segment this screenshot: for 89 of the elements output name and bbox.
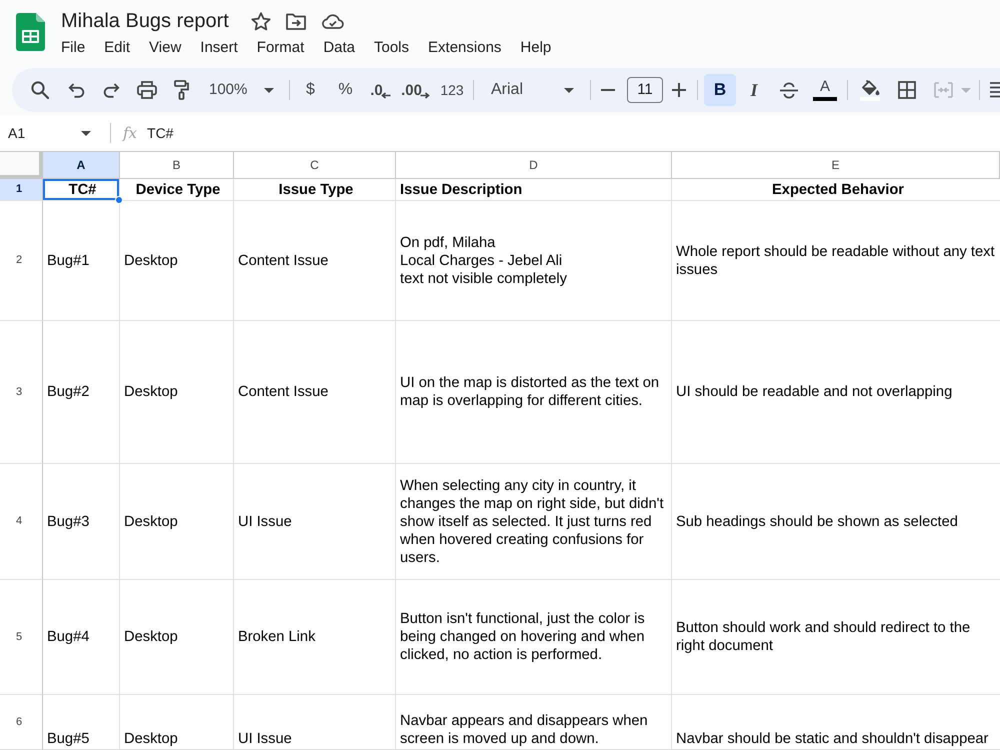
formula-field[interactable]: TC# xyxy=(147,119,1000,147)
increase-decimal-button[interactable]: .00 xyxy=(401,74,430,106)
italic-button[interactable]: I xyxy=(738,74,770,106)
sheets-logo-icon[interactable] xyxy=(16,13,45,51)
row-header[interactable]: 5 xyxy=(0,580,43,695)
cell-text: Broken Link xyxy=(238,628,316,646)
decrease-decimal-button[interactable]: .0 xyxy=(370,74,391,106)
column-header[interactable]: A xyxy=(43,152,120,179)
cell-text: Desktop xyxy=(124,730,178,748)
cell-text: Desktop xyxy=(124,252,178,270)
strikethrough-icon xyxy=(780,82,798,98)
cell-reference-field[interactable]: A1 xyxy=(0,119,100,147)
cell-text: UI on the map is distorted as the text on map is overlapping for different cities. xyxy=(400,374,660,410)
cell-text: Content Issue xyxy=(238,252,328,270)
plus-icon[interactable] xyxy=(672,83,686,97)
arrow-left-icon xyxy=(380,92,391,99)
cell-text: When selecting any city in country, it changes the map on right side, but didn't show itself as selected. It just turns red when hovered creating confusions for users. xyxy=(400,476,665,566)
bold-button[interactable]: B xyxy=(704,74,736,106)
cell-text: Whole report should be readable without any text issues xyxy=(676,242,996,278)
paint-bucket-icon[interactable] xyxy=(859,79,881,101)
column-header[interactable]: E xyxy=(672,152,1000,179)
cloud-check-icon[interactable] xyxy=(322,13,344,29)
undo-icon[interactable] xyxy=(68,82,85,98)
menu-item[interactable]: File xyxy=(57,38,90,58)
star-icon[interactable] xyxy=(250,12,271,30)
borders-icon[interactable] xyxy=(898,81,916,99)
column-title: Issue Type xyxy=(278,180,354,198)
column-title: Device Type xyxy=(136,180,220,198)
cell-text: On pdf, Milaha Local Charges - Jebel Ali text not visible completely xyxy=(400,234,567,288)
cell-text: Navbar should be static and shouldn't disappear xyxy=(676,730,988,748)
redo-icon[interactable] xyxy=(103,82,120,98)
cell-text: Bug#5 xyxy=(47,730,90,748)
cell-text: Bug#2 xyxy=(47,383,90,401)
folder-icon[interactable] xyxy=(286,12,306,30)
row-header[interactable]: 2 xyxy=(0,201,43,321)
cell-text: Button isn't functional, just the color is being changed on hovering and when clicked, no action is performed. xyxy=(400,610,646,664)
column-title: Issue Description xyxy=(400,180,522,198)
cell-text: Desktop xyxy=(124,512,178,530)
row-header[interactable]: 6 xyxy=(0,695,43,750)
fill-handle-icon[interactable] xyxy=(115,196,123,204)
caret-icon xyxy=(961,88,971,92)
row-header[interactable]: 1 xyxy=(0,179,43,201)
align-icon[interactable] xyxy=(990,82,1000,98)
cell-text: Button should work and should redirect to the right document xyxy=(676,619,972,655)
caret-icon xyxy=(81,130,91,136)
menu-item[interactable]: Format xyxy=(252,38,308,58)
menu-item[interactable]: Insert xyxy=(196,38,242,58)
paint-format-icon[interactable] xyxy=(174,80,189,100)
column-title: TC# xyxy=(68,180,96,198)
search-icon[interactable] xyxy=(30,81,48,99)
function-label: fx xyxy=(123,122,138,144)
menu-item[interactable]: Data xyxy=(319,38,359,58)
font-select[interactable]: Arial xyxy=(480,74,582,106)
column-title: Expected Behavior xyxy=(772,180,904,198)
menu-item[interactable]: Edit xyxy=(100,38,134,58)
more-formats-button[interactable]: 123 xyxy=(440,74,464,106)
cell-text: UI Issue xyxy=(238,730,292,748)
percent-format-button[interactable]: % xyxy=(338,74,353,106)
cell-text: UI Issue xyxy=(238,512,292,530)
cell-text: Sub headings should be shown as selected xyxy=(676,512,958,530)
column-header[interactable]: D xyxy=(396,152,672,179)
cell-text: Navbar appears and disappears when screen is moved up and down. xyxy=(400,712,649,748)
column-header[interactable]: B xyxy=(120,152,234,179)
cell-text: Bug#3 xyxy=(47,512,90,530)
arrow-right-icon xyxy=(420,92,430,99)
menu-item[interactable]: Extensions xyxy=(424,38,506,58)
color-swatch-icon xyxy=(813,97,837,101)
active-cell-outline[interactable]: TC# xyxy=(43,179,120,201)
document-title[interactable]: Mihala Bugs report xyxy=(57,9,233,33)
merge-icon xyxy=(934,82,953,98)
cell-text: Bug#1 xyxy=(47,252,90,270)
print-icon[interactable] xyxy=(136,81,156,99)
text-color-button[interactable]: A xyxy=(809,74,841,106)
zoom-select[interactable]: 100% xyxy=(199,74,281,106)
row-header[interactable]: 4 xyxy=(0,464,43,580)
cell-text: Desktop xyxy=(124,383,178,401)
caret-icon xyxy=(564,88,574,92)
menu-item[interactable]: Tools xyxy=(370,38,414,58)
menu-item[interactable]: View xyxy=(145,38,186,58)
row-header[interactable]: 3 xyxy=(0,321,43,464)
cell-text: Content Issue xyxy=(238,383,328,401)
menu-item[interactable]: Help xyxy=(516,38,556,58)
font-size-field[interactable]: 11 xyxy=(627,77,663,103)
cell-text: UI should be readable and not overlapping xyxy=(676,383,952,401)
caret-icon xyxy=(264,88,274,92)
currency-format-button[interactable]: $ xyxy=(306,74,315,106)
column-header[interactable]: C xyxy=(234,152,396,179)
cell-text: Bug#4 xyxy=(47,628,90,646)
cell-text: Desktop xyxy=(124,628,178,646)
